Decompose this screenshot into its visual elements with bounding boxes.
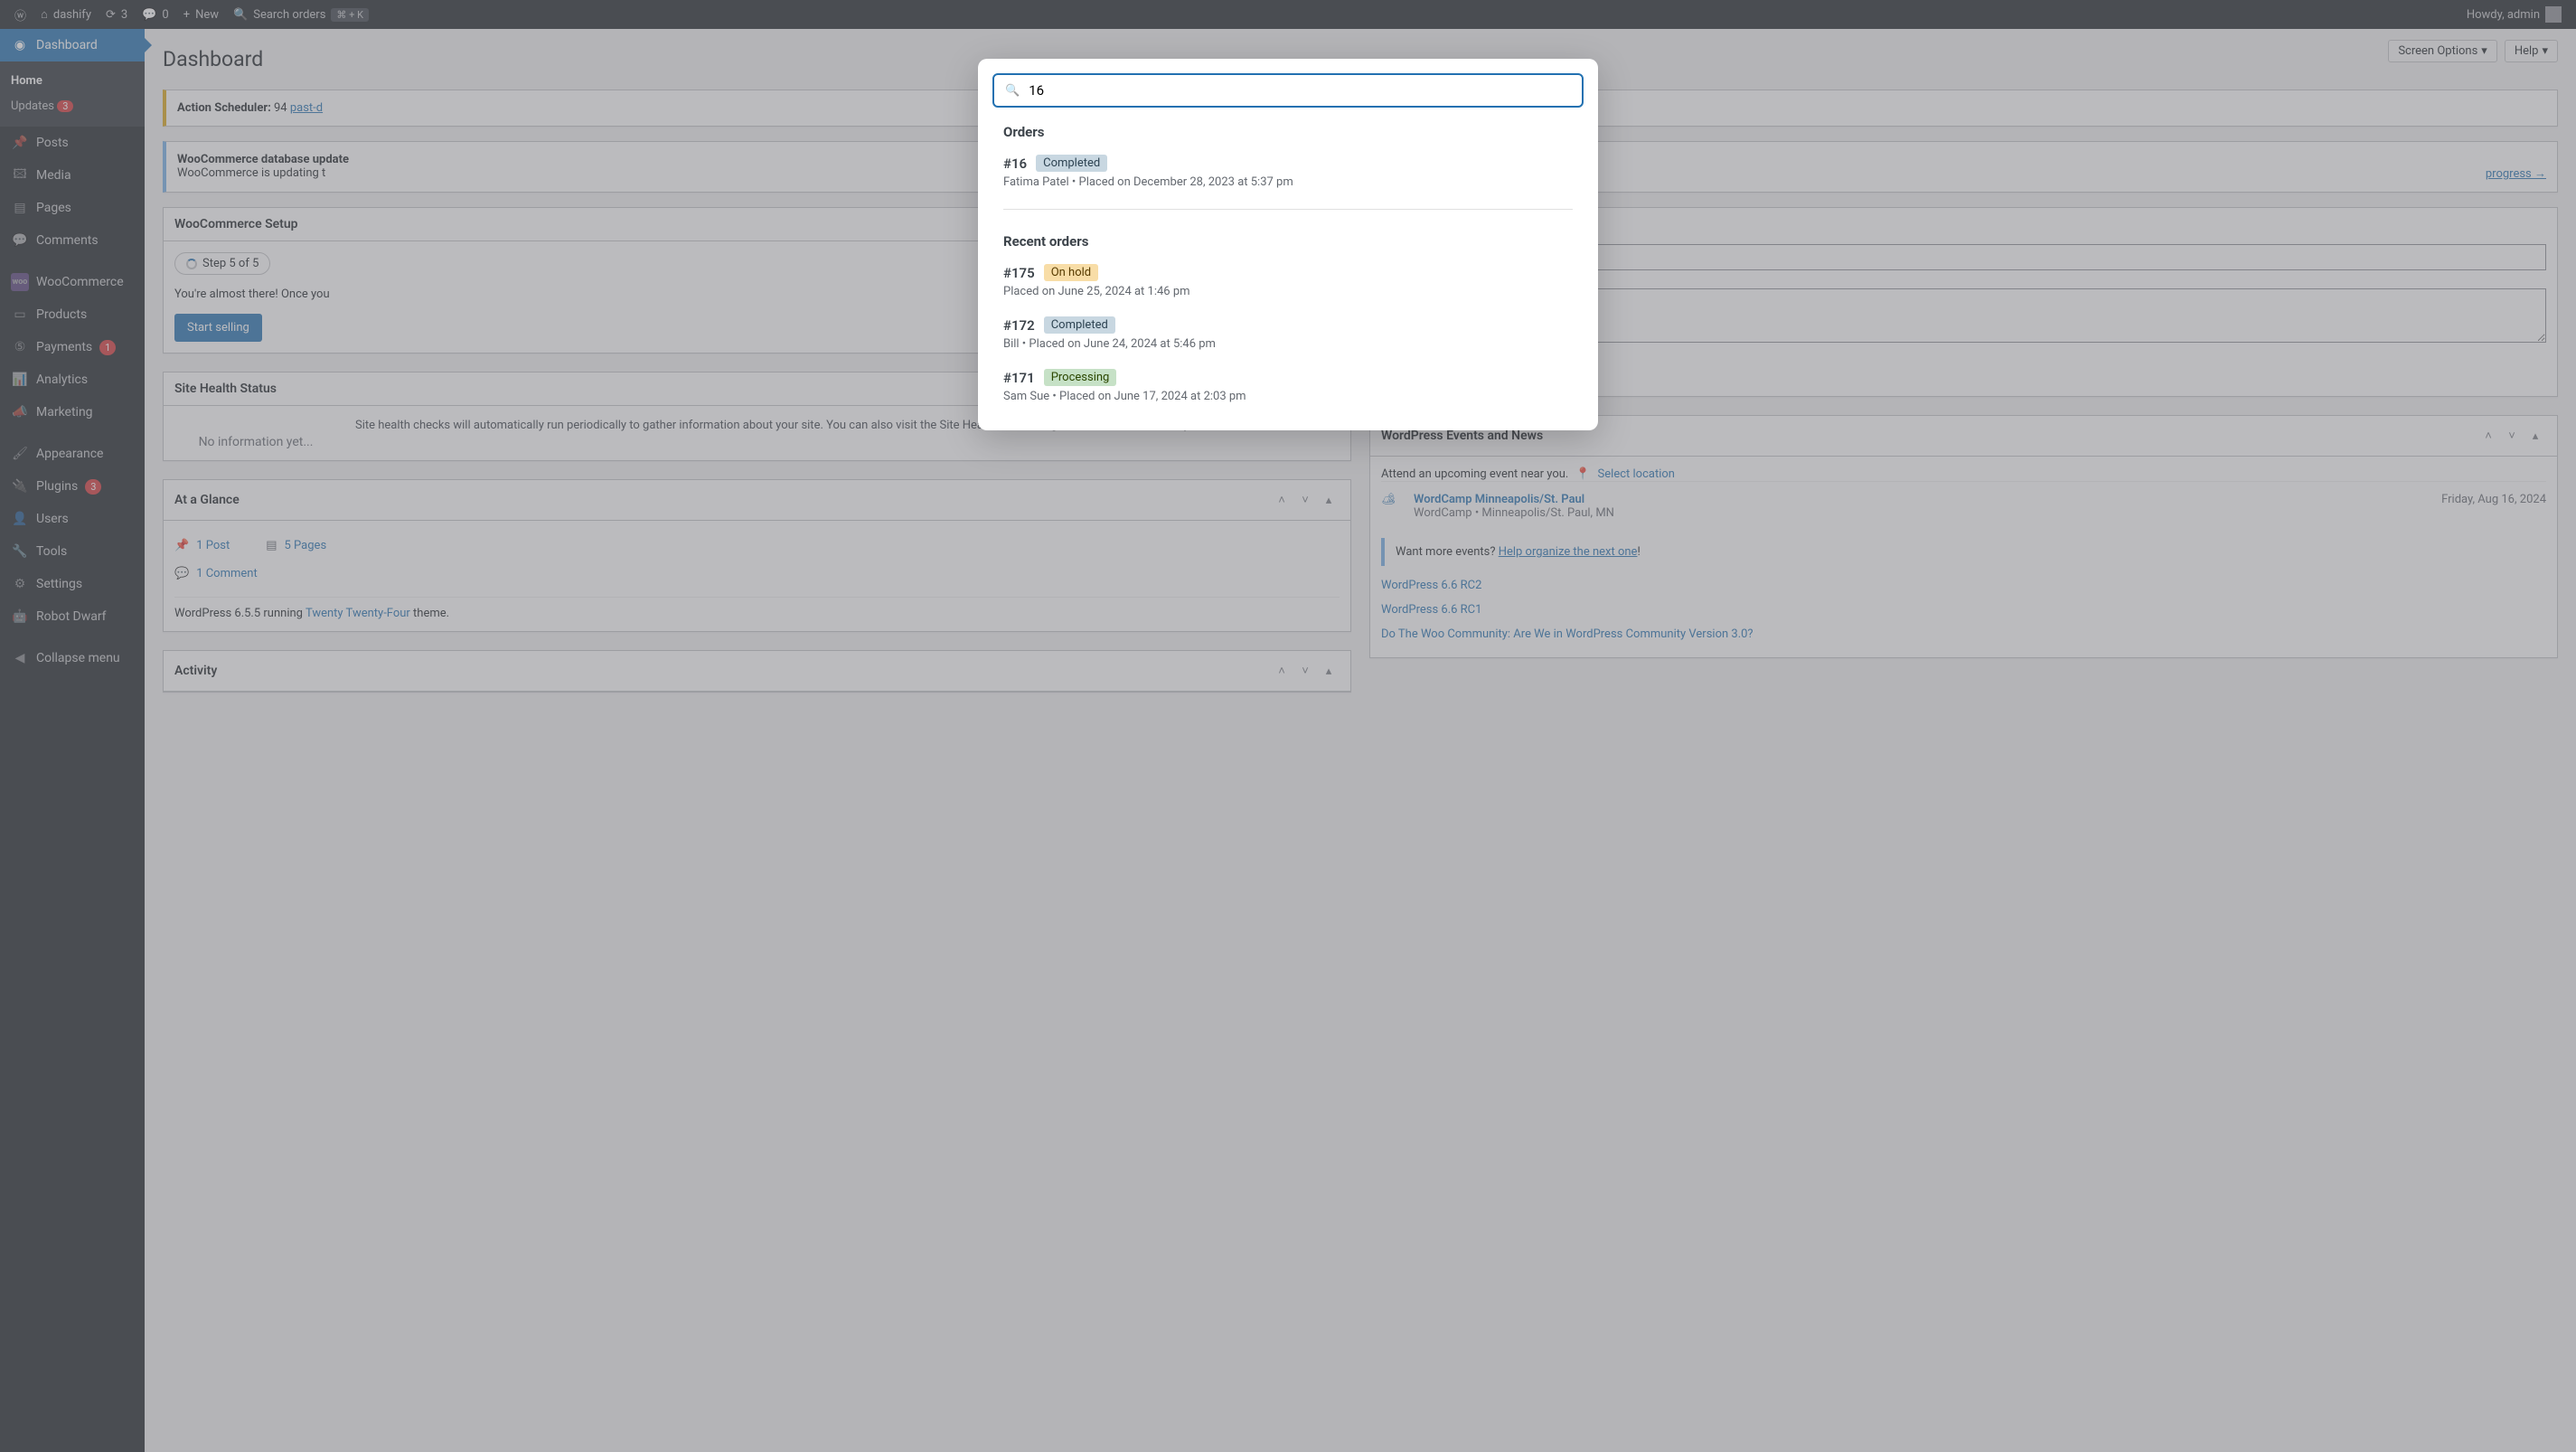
order-result[interactable]: #175 On hold Placed on June 25, 2024 at 1…	[992, 259, 1584, 311]
order-id: #16	[1003, 156, 1027, 172]
search-modal: 🔍 Orders #16 Completed Fatima Patel • Pla…	[978, 59, 1598, 430]
order-id: #172	[1003, 317, 1035, 334]
search-input[interactable]	[1029, 82, 1571, 99]
search-field-wrap: 🔍	[992, 73, 1584, 108]
section-recent: Recent orders	[992, 217, 1584, 259]
status-badge: Processing	[1044, 369, 1117, 386]
status-badge: On hold	[1044, 264, 1098, 281]
order-sub: Bill • Placed on June 24, 2024 at 5:46 p…	[1003, 337, 1573, 351]
order-sub: Sam Sue • Placed on June 17, 2024 at 2:0…	[1003, 390, 1573, 403]
search-icon: 🔍	[1005, 84, 1020, 98]
section-orders: Orders	[992, 108, 1584, 149]
status-badge: Completed	[1044, 316, 1115, 334]
order-result[interactable]: #172 Completed Bill • Placed on June 24, …	[992, 311, 1584, 363]
order-id: #175	[1003, 265, 1035, 281]
order-id: #171	[1003, 370, 1035, 386]
order-result[interactable]: #171 Processing Sam Sue • Placed on June …	[992, 363, 1584, 416]
search-modal-overlay[interactable]: 🔍 Orders #16 Completed Fatima Patel • Pla…	[0, 0, 2576, 1452]
order-sub: Placed on June 25, 2024 at 1:46 pm	[1003, 285, 1573, 298]
divider	[1003, 209, 1573, 210]
order-sub: Fatima Patel • Placed on December 28, 20…	[1003, 175, 1573, 189]
status-badge: Completed	[1036, 155, 1107, 172]
order-result[interactable]: #16 Completed Fatima Patel • Placed on De…	[992, 149, 1584, 202]
